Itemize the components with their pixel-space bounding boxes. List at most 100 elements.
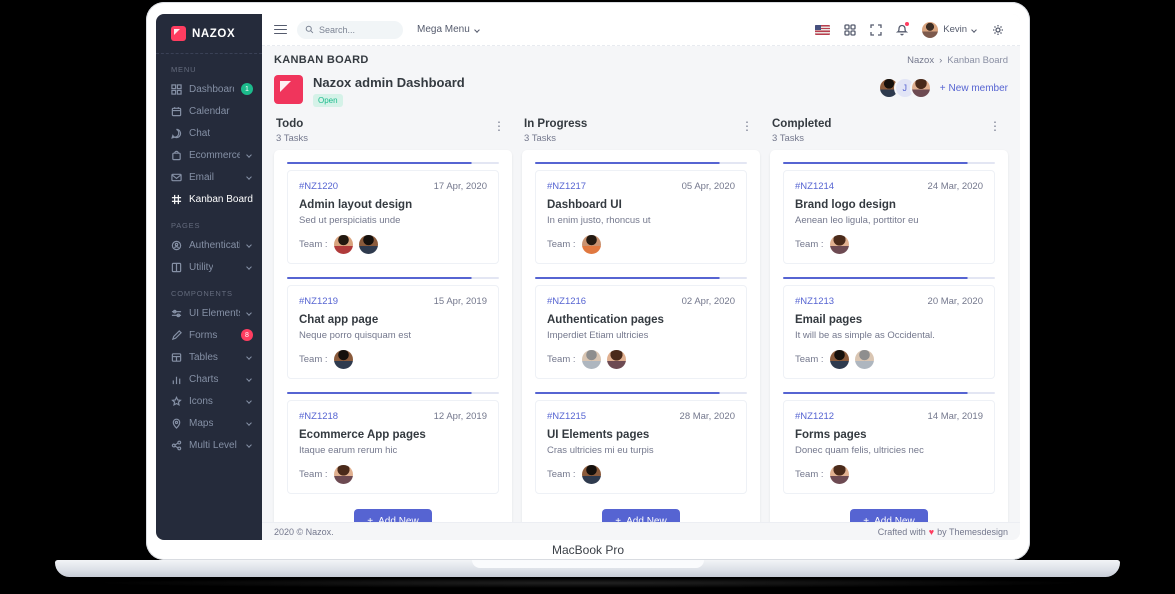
task-id[interactable]: #NZ1215	[547, 411, 586, 422]
task-id[interactable]: #NZ1220	[299, 181, 338, 192]
task-title[interactable]: Email pages	[795, 314, 983, 326]
sidebar-item-utility[interactable]: Utility	[156, 256, 262, 278]
sidebar-item-chat[interactable]: Chat	[156, 122, 262, 144]
app-footer: 2020 © Nazox. Crafted with ♥ by Themesde…	[262, 522, 1020, 540]
task-card-body[interactable]: #NZ1214 24 Mar, 2020 Brand logo design Ae…	[783, 170, 995, 264]
avatar[interactable]	[829, 350, 849, 369]
task-card: #NZ1212 14 Mar, 2019 Forms pages Donec qu…	[783, 392, 995, 494]
column-title: In Progress	[524, 118, 588, 130]
avatar[interactable]	[581, 235, 601, 254]
avatar[interactable]	[854, 350, 874, 369]
avatar[interactable]	[333, 465, 353, 484]
multi-level-icon	[171, 440, 182, 451]
column-menu-icon[interactable]: ⋮	[738, 118, 756, 134]
utility-icon	[171, 262, 182, 273]
sidebar-item-label: Charts	[189, 373, 219, 385]
sidebar-item-ui-elements[interactable]: UI Elements	[156, 302, 262, 324]
search-box[interactable]	[297, 20, 403, 39]
notifications-bell-icon[interactable]	[896, 21, 910, 36]
new-member-button[interactable]: + New member	[940, 83, 1008, 94]
language-flag-icon[interactable]	[815, 24, 831, 35]
avatar[interactable]	[606, 350, 626, 369]
laptop-notch	[471, 560, 704, 568]
task-accent-bar	[535, 392, 747, 394]
chevron-down-icon	[246, 376, 252, 382]
apps-grid-icon[interactable]	[844, 23, 856, 36]
sidebar-item-authentication[interactable]: Authentication	[156, 234, 262, 256]
task-title[interactable]: UI Elements pages	[547, 429, 735, 441]
mega-menu-label: Mega Menu	[417, 24, 470, 35]
column-menu-icon[interactable]: ⋮	[490, 118, 508, 134]
sidebar-item-multi-level[interactable]: Multi Level	[156, 434, 262, 456]
task-id[interactable]: #NZ1214	[795, 181, 834, 192]
sidebar-item-label: Dashboard	[189, 83, 234, 95]
task-id[interactable]: #NZ1217	[547, 181, 586, 192]
menu-toggle-icon[interactable]	[274, 24, 287, 35]
sidebar-item-ecommerce[interactable]: Ecommerce	[156, 144, 262, 166]
column-menu-icon[interactable]: ⋮	[986, 118, 1004, 134]
task-title[interactable]: Ecommerce App pages	[299, 429, 487, 441]
sidebar-section-pages: PAGES	[171, 221, 201, 230]
user-menu[interactable]: Kevin	[922, 21, 978, 38]
nazox-logo-icon	[171, 26, 186, 41]
fullscreen-icon[interactable]	[870, 23, 882, 36]
task-id[interactable]: #NZ1213	[795, 296, 834, 307]
laptop-shadow	[90, 578, 1090, 588]
maps-icon	[171, 418, 182, 429]
sidebar-item-label: UI Elements	[189, 307, 240, 319]
column-task-count: 3 Tasks	[276, 133, 309, 144]
avatar[interactable]	[358, 235, 378, 254]
task-title[interactable]: Forms pages	[795, 429, 983, 441]
settings-gear-icon[interactable]	[992, 24, 1004, 36]
avatar[interactable]	[581, 350, 601, 369]
sidebar-item-tables[interactable]: Tables	[156, 346, 262, 368]
task-card-body[interactable]: #NZ1218 12 Apr, 2019 Ecommerce App pages …	[287, 400, 499, 494]
logo[interactable]: NAZOX	[156, 14, 262, 54]
task-card-body[interactable]: #NZ1217 05 Apr, 2020 Dashboard UI In enim…	[535, 170, 747, 264]
task-title[interactable]: Admin layout design	[299, 199, 487, 211]
avatar[interactable]	[909, 77, 932, 99]
sidebar-item-forms[interactable]: Forms 8	[156, 324, 262, 346]
sidebar-item-calendar[interactable]: Calendar	[156, 100, 262, 122]
task-title[interactable]: Chat app page	[299, 314, 487, 326]
task-title[interactable]: Dashboard UI	[547, 199, 735, 211]
task-card-body[interactable]: #NZ1213 20 Mar, 2020 Email pages It will …	[783, 285, 995, 379]
sidebar-item-email[interactable]: Email	[156, 166, 262, 188]
task-title[interactable]: Brand logo design	[795, 199, 983, 211]
task-date: 28 Mar, 2020	[679, 411, 735, 422]
avatar[interactable]	[333, 235, 353, 254]
mega-menu-button[interactable]: Mega Menu	[417, 24, 481, 35]
task-description: Itaque earum rerum hic	[299, 445, 398, 456]
breadcrumb-parent[interactable]: Nazox	[907, 55, 934, 66]
sidebar-item-charts[interactable]: Charts	[156, 368, 262, 390]
task-card-body[interactable]: #NZ1215 28 Mar, 2020 UI Elements pages Cr…	[535, 400, 747, 494]
heart-icon: ♥	[928, 526, 935, 537]
avatar[interactable]	[333, 350, 353, 369]
sidebar-item-dashboard[interactable]: Dashboard 1	[156, 78, 262, 100]
task-card-body[interactable]: #NZ1220 17 Apr, 2020 Admin layout design …	[287, 170, 499, 264]
task-id[interactable]: #NZ1212	[795, 411, 834, 422]
charts-icon	[171, 374, 182, 385]
task-description: It will be as simple as Occidental.	[795, 330, 935, 341]
sidebar-item-maps[interactable]: Maps	[156, 412, 262, 434]
forms-badge: 8	[241, 329, 253, 341]
sidebar-item-label: Utility	[189, 261, 214, 273]
task-id[interactable]: #NZ1219	[299, 296, 338, 307]
task-card-body[interactable]: #NZ1219 15 Apr, 2019 Chat app page Neque …	[287, 285, 499, 379]
task-card-body[interactable]: #NZ1216 02 Apr, 2020 Authentication pages…	[535, 285, 747, 379]
search-input[interactable]	[319, 24, 395, 35]
sidebar-item-icons[interactable]: Icons	[156, 390, 262, 412]
task-id[interactable]: #NZ1216	[547, 296, 586, 307]
avatar[interactable]	[829, 235, 849, 254]
sidebar-item-kanban-board[interactable]: Kanban Board	[156, 188, 262, 210]
task-id[interactable]: #NZ1218	[299, 411, 338, 422]
task-title[interactable]: Authentication pages	[547, 314, 735, 326]
task-description: Donec quam felis, ultricies nec	[795, 445, 924, 456]
avatar[interactable]	[829, 465, 849, 484]
avatar[interactable]	[581, 465, 601, 484]
task-card: #NZ1215 28 Mar, 2020 UI Elements pages Cr…	[535, 392, 747, 494]
task-card-body[interactable]: #NZ1212 14 Mar, 2019 Forms pages Donec qu…	[783, 400, 995, 494]
task-accent-bar	[535, 277, 747, 279]
team-label: Team :	[547, 354, 576, 365]
search-icon	[305, 25, 314, 34]
